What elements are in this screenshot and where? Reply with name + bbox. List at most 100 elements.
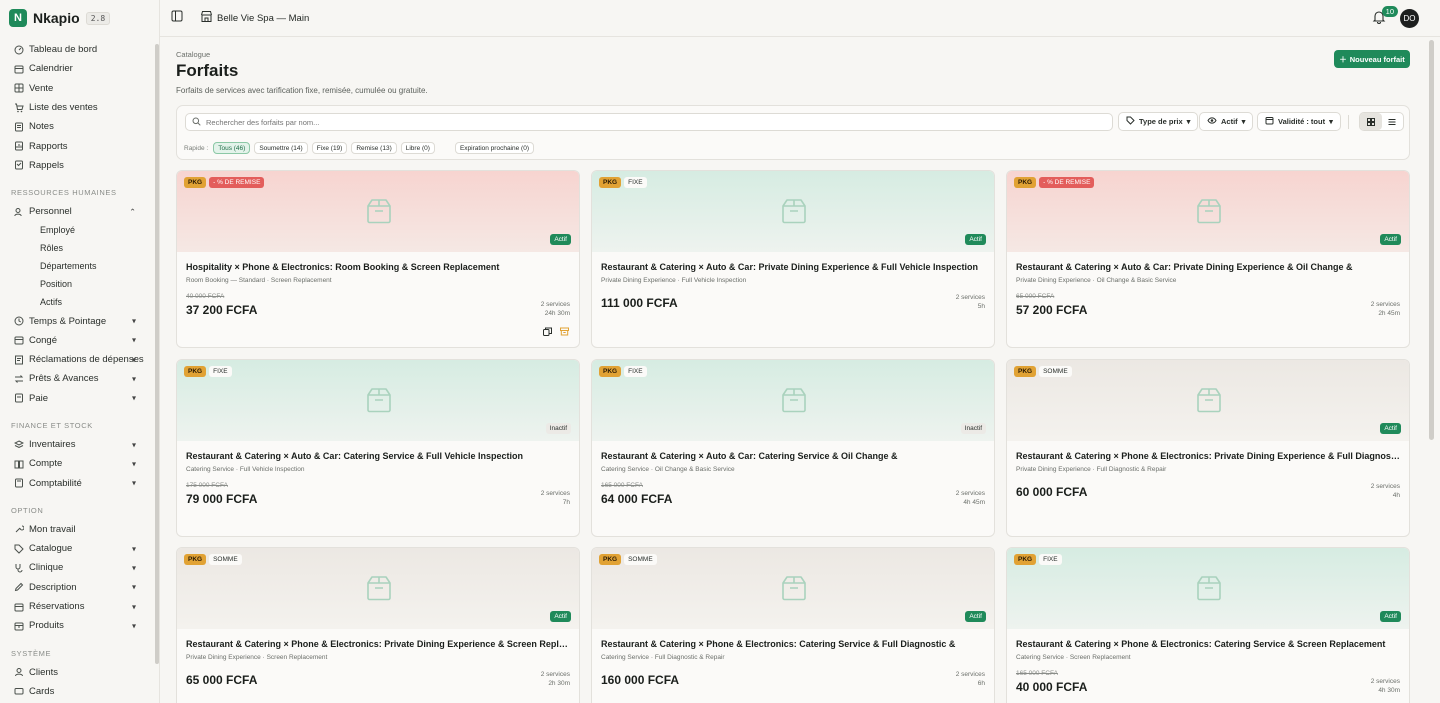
chevron-down-icon: ▾ [131,563,136,573]
chip-fixed[interactable]: Fixe (19) [311,142,348,154]
chip-submit[interactable]: Soumettre (14) [254,142,308,154]
service-count: 2 services [1370,678,1400,685]
package-card[interactable]: PKG - % DE REMISE Actif Restaurant & Cateri… [1006,170,1410,348]
sidebar-item-reservations[interactable]: Réservations ▾ [0,597,152,616]
chip-expiring[interactable]: Expiration prochaine (0) [454,142,534,154]
pen-icon [13,582,24,593]
store-selector[interactable]: Belle Vie Spa — Main [200,10,309,26]
sidebar-subitem-employee[interactable]: Employé [0,221,152,239]
package-box-icon [1193,195,1225,227]
price-type-filter[interactable]: Type de prix ▾ [1118,112,1199,131]
search-input[interactable] [206,117,1086,127]
sidebar-scrollbar[interactable] [155,44,159,664]
sidebar-item-payroll[interactable]: Paie ▾ [0,389,152,408]
sidebar-item-clinic[interactable]: Clinique ▾ [0,558,152,577]
section-system: Système [11,648,52,658]
package-name: Restaurant & Catering × Auto & Car: Priv… [1016,262,1353,272]
sidebar-item-cards[interactable]: Cards [0,682,152,701]
sidebar-item-reports[interactable]: Rapports [0,136,152,155]
price-type-badge: FIXE [209,366,232,377]
calendar-icon [1265,116,1274,127]
sidebar-subitem-departments[interactable]: Départements [0,257,152,275]
document-icon [13,393,24,404]
package-duration: 6h [977,680,985,687]
card-tags: PKG FIXE [599,177,647,188]
list-view-icon[interactable] [1382,113,1404,130]
sidebar-item-sale[interactable]: Vente [0,79,152,98]
sidebar-item-products[interactable]: Produits ▾ [0,616,152,635]
sidebar-item-time[interactable]: Temps & Pointage ▾ [0,311,152,330]
search-box[interactable] [185,113,1113,131]
active-filter[interactable]: Actif ▾ [1199,112,1254,131]
sidebar-subitem-position[interactable]: Position [0,275,152,293]
sidebar-item-notes[interactable]: Notes [0,117,152,136]
package-card[interactable]: PKG - % DE REMISE Actif Hospitality × Phone… [176,170,580,348]
price-type-badge: SOMME [209,554,242,565]
breadcrumb[interactable]: Catalogue [176,50,210,59]
pkg-badge: PKG [1014,366,1037,377]
box-icon [13,620,24,631]
package-meta: 2 services 2h 30m [541,670,570,688]
service-count: 2 services [540,671,570,678]
package-price: 64 000 FCFA [601,492,673,506]
chip-discount[interactable]: Remise (13) [351,142,397,154]
status-badge: Actif [1380,234,1401,245]
sidebar-item-loans[interactable]: Prêts & Avances ▾ [0,369,152,388]
card-tags: PKG - % DE REMISE [184,177,265,188]
sidebar-item-sales-list[interactable]: Liste des ventes [0,98,152,117]
sidebar-toggle-icon[interactable] [171,10,183,22]
sidebar-subitem-assets[interactable]: Actifs [0,293,152,311]
sidebar-item-dashboard[interactable]: Tableau de bord [0,40,152,59]
sidebar-item-expenses[interactable]: Réclamations de dépenses ▾ [0,350,152,369]
package-box-icon [1193,572,1225,604]
sidebar-item-my-work[interactable]: Mon travail [0,520,152,539]
package-card[interactable]: PKG SOMME Actif Restaurant & Catering × Pho… [591,547,995,703]
package-card[interactable]: PKG SOMME Actif Restaurant & Catering × Pho… [176,547,580,703]
sidebar-item-catalogue[interactable]: Catalogue ▾ [0,539,152,558]
duplicate-icon[interactable] [543,325,552,339]
validity-filter[interactable]: Validité : tout ▾ [1257,112,1341,131]
archive-icon[interactable] [560,325,569,339]
price-type-badge: - % DE REMISE [1039,177,1095,188]
price-type-badge: SOMME [1039,366,1072,377]
card-tags: PKG - % DE REMISE [1014,177,1095,188]
sidebar-item-calendar[interactable]: Calendrier [0,59,152,78]
topbar: Belle Vie Spa — Main 10 DO [160,0,1440,37]
brand[interactable]: N Nkapio 2.8 [9,9,111,27]
new-package-button[interactable]: ＋ Nouveau forfait [1334,50,1410,68]
sidebar-item-reminders[interactable]: Rappels [0,156,152,175]
package-name: Restaurant & Catering × Phone & Electron… [601,639,956,649]
sidebar-item-inventories[interactable]: Inventaires ▾ [0,435,152,454]
sidebar-item-leave[interactable]: Congé ▾ [0,331,152,350]
sidebar-item-account[interactable]: Compte ▾ [0,454,152,473]
package-card[interactable]: PKG FIXE Actif Restaurant & Catering × Phon… [1006,547,1410,703]
sidebar-item-accounting[interactable]: Comptabilité ▾ [0,473,152,492]
sidebar-item-description[interactable]: Description ▾ [0,578,152,597]
main-scrollbar[interactable] [1429,40,1434,440]
package-card[interactable]: PKG FIXE Inactif Restaurant & Catering × Au… [591,359,995,537]
chevron-down-icon: ▾ [131,459,136,469]
brand-logo: N [9,9,27,27]
package-services: Catering Service · Oil Change & Basic Se… [601,466,735,473]
pkg-badge: PKG [184,177,207,188]
chip-all[interactable]: Tous (46) [213,142,251,154]
chip-free[interactable]: Libre (0) [400,142,435,154]
sidebar-subitem-roles[interactable]: Rôles [0,239,152,257]
package-card[interactable]: PKG SOMME Actif Restaurant & Catering × Pho… [1006,359,1410,537]
card-tags: PKG FIXE [184,366,232,377]
package-price: 57 200 FCFA [1016,303,1088,317]
calendar-icon [13,601,24,612]
eye-icon [1207,116,1217,127]
sidebar-item-clients[interactable]: Clients [0,663,152,682]
sidebar-item-label: Description [29,581,77,593]
price-type-badge: SOMME [624,554,657,565]
status-badge: Actif [965,611,986,622]
package-services: Catering Service · Full Diagnostic & Rep… [601,654,725,661]
package-card[interactable]: PKG FIXE Inactif Restaurant & Catering × Au… [176,359,580,537]
grid-view-icon[interactable] [1360,113,1382,130]
avatar[interactable]: DO [1400,9,1419,28]
package-duration: 4h [1392,492,1400,499]
validity-filter-label: Validité : tout [1278,117,1326,126]
sidebar-item-personnel[interactable]: Personnel ⌃ [0,202,152,221]
package-card[interactable]: PKG FIXE Actif Restaurant & Catering × Auto… [591,170,995,348]
